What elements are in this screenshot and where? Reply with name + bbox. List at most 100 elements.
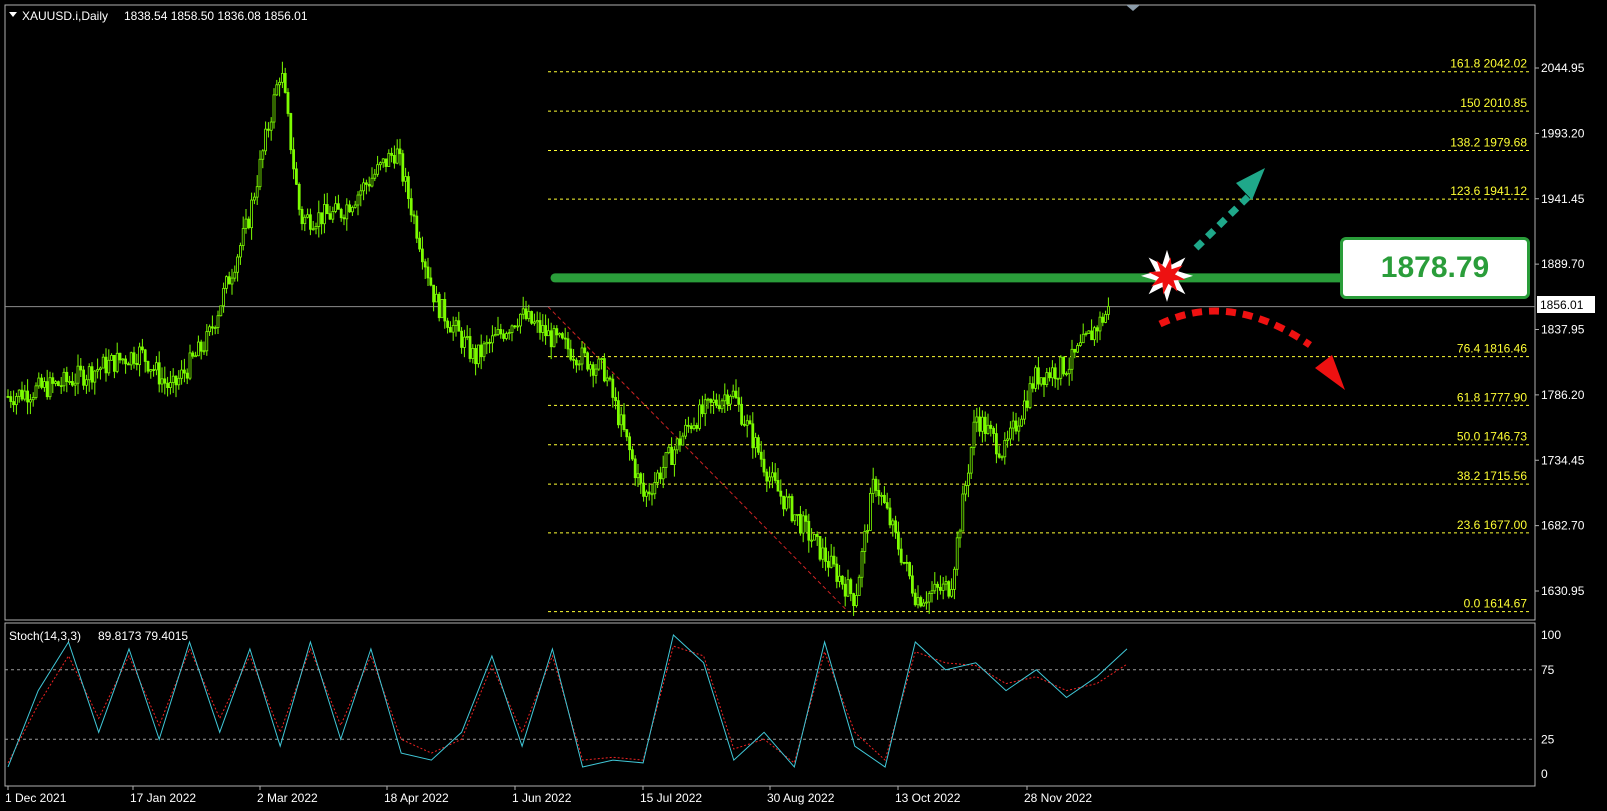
candle-body-357 bbox=[1006, 438, 1009, 441]
candle-body-346 bbox=[975, 416, 979, 423]
candle-body-128 bbox=[364, 182, 368, 185]
candle-body-7 bbox=[26, 390, 30, 403]
fib-level-label-3: 123.6 1941.12 bbox=[1450, 184, 1527, 198]
candle-body-187 bbox=[530, 311, 533, 324]
candle-body-194 bbox=[549, 330, 553, 348]
candle-body-166 bbox=[471, 348, 475, 359]
candle-body-200 bbox=[566, 338, 570, 350]
candle-body-91 bbox=[261, 150, 265, 160]
candle-body-390 bbox=[1098, 316, 1102, 332]
candle-body-371 bbox=[1045, 372, 1049, 385]
candle-body-298 bbox=[841, 575, 844, 585]
candle-body-41 bbox=[121, 358, 125, 361]
candle-body-12 bbox=[40, 377, 43, 388]
candle-body-359 bbox=[1011, 420, 1015, 429]
candle-body-63 bbox=[182, 369, 186, 374]
candle-body-131 bbox=[373, 173, 377, 179]
candle-body-232 bbox=[656, 472, 659, 483]
candle-body-181 bbox=[513, 325, 517, 328]
candle-body-80 bbox=[230, 277, 234, 285]
candle-body-314 bbox=[885, 502, 889, 509]
candle-body-259 bbox=[731, 390, 735, 397]
candle-body-97 bbox=[278, 81, 282, 86]
candle-body-238 bbox=[673, 449, 676, 466]
candle-body-17 bbox=[54, 381, 57, 384]
candle-body-328 bbox=[925, 601, 928, 604]
candle-body-317 bbox=[894, 520, 897, 533]
candle-body-289 bbox=[815, 534, 819, 537]
candle-body-122 bbox=[348, 204, 352, 213]
candle-body-363 bbox=[1023, 400, 1026, 420]
candle-body-369 bbox=[1039, 377, 1043, 385]
candle-body-297 bbox=[838, 575, 841, 582]
candle-body-133 bbox=[378, 162, 382, 166]
candle-body-368 bbox=[1037, 367, 1040, 385]
candle-body-123 bbox=[350, 207, 354, 213]
candle-body-0 bbox=[6, 395, 10, 398]
stoch-label: Stoch(14,3,3) bbox=[9, 629, 81, 643]
candle-body-156 bbox=[443, 299, 447, 322]
fib-level-label-6: 50.0 1746.73 bbox=[1457, 430, 1527, 444]
y-tick-label-3: 1889.70 bbox=[1541, 257, 1585, 271]
candle-body-154 bbox=[437, 293, 441, 319]
y-tick-label-5: 1786.20 bbox=[1541, 388, 1585, 402]
candle-body-209 bbox=[591, 364, 595, 376]
candle-body-1 bbox=[9, 396, 13, 402]
candle-body-257 bbox=[726, 394, 729, 405]
candle-body-160 bbox=[454, 320, 458, 326]
candle-body-367 bbox=[1034, 367, 1037, 389]
candle-body-99 bbox=[283, 73, 287, 93]
candle-body-330 bbox=[930, 590, 934, 594]
candle-body-67 bbox=[194, 355, 198, 358]
candle-body-235 bbox=[664, 452, 668, 468]
candle-body-78 bbox=[224, 276, 228, 289]
candle-body-320 bbox=[902, 561, 906, 564]
candle-body-279 bbox=[787, 496, 791, 498]
candle-body-105 bbox=[300, 208, 304, 225]
candle-body-86 bbox=[247, 218, 251, 229]
candle-body-295 bbox=[832, 555, 836, 565]
candle-body-239 bbox=[675, 438, 679, 451]
candle-body-143 bbox=[406, 176, 410, 199]
candle-body-161 bbox=[457, 320, 461, 332]
candle-body-255 bbox=[720, 400, 724, 410]
candle-body-224 bbox=[633, 458, 637, 479]
candle-body-127 bbox=[362, 182, 366, 192]
candle-body-37 bbox=[110, 354, 113, 361]
candle-body-245 bbox=[692, 424, 696, 429]
y-tick-label-1: 1993.20 bbox=[1541, 126, 1585, 140]
candle-body-44 bbox=[129, 352, 133, 366]
stoch-values: 89.8173 79.4015 bbox=[98, 629, 188, 643]
candle-body-225 bbox=[636, 473, 640, 479]
candle-body-36 bbox=[107, 359, 111, 374]
candle-body-326 bbox=[919, 597, 923, 607]
candle-body-211 bbox=[597, 358, 601, 370]
candle-body-135 bbox=[384, 158, 388, 167]
candle-body-173 bbox=[490, 335, 494, 344]
candle-body-4 bbox=[17, 389, 21, 397]
candle-body-83 bbox=[238, 245, 242, 258]
price-chart[interactable]: 161.8 2042.02 150 2010.85 138.2 1979.68 123… bbox=[0, 0, 1607, 811]
candle-body-275 bbox=[776, 480, 780, 492]
stoch-axis-label-3: 0 bbox=[1541, 767, 1548, 781]
candle-body-212 bbox=[600, 358, 603, 360]
candle-body-180 bbox=[510, 325, 514, 333]
candle-body-300 bbox=[846, 579, 850, 597]
stoch-axis-label-1: 75 bbox=[1541, 663, 1555, 677]
candle-body-141 bbox=[401, 153, 405, 182]
candle-body-306 bbox=[863, 531, 867, 552]
stoch-panel-frame bbox=[4, 622, 1536, 787]
x-tick-label-6: 30 Aug 2022 bbox=[767, 791, 835, 805]
fib-level-label-4: 76.4 1816.46 bbox=[1457, 342, 1527, 356]
candle-body-48 bbox=[140, 346, 144, 351]
candle-body-265 bbox=[748, 420, 752, 425]
candle-body-242 bbox=[684, 424, 687, 437]
candle-body-361 bbox=[1017, 425, 1021, 432]
candle-body-251 bbox=[709, 398, 713, 403]
x-tick-label-3: 18 Apr 2022 bbox=[384, 791, 449, 805]
candle-body-207 bbox=[586, 352, 589, 370]
candle-body-52 bbox=[152, 369, 156, 371]
candle-body-231 bbox=[653, 481, 657, 495]
candle-body-313 bbox=[883, 494, 886, 503]
candle-body-189 bbox=[535, 320, 539, 323]
